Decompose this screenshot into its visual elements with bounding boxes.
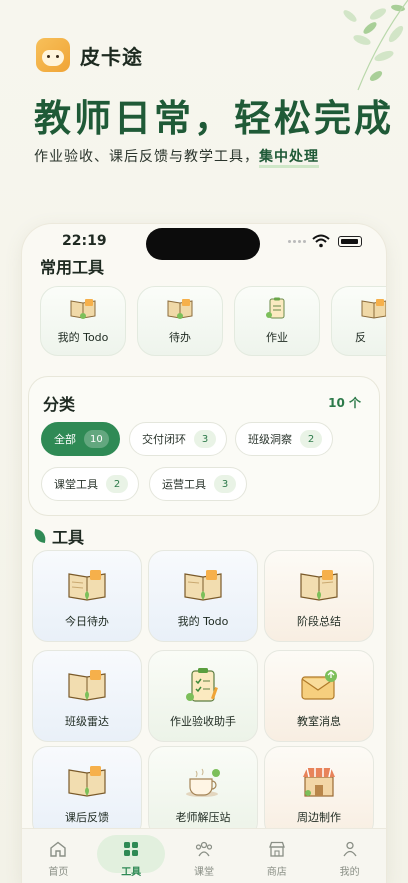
tab-home[interactable]: 首页 <box>26 829 90 883</box>
tool-stage-summary[interactable]: 阶段总结 <box>264 550 374 642</box>
tool-label: 作业验收助手 <box>170 715 236 728</box>
category-chip-classroom[interactable]: 课堂工具 2 <box>41 467 139 501</box>
grid-icon <box>124 842 139 856</box>
chip-label: 运营工具 <box>162 478 206 491</box>
common-tool-label: 作业 <box>266 331 288 344</box>
common-tool-my-todo[interactable]: 我的 Todo <box>40 286 126 356</box>
dynamic-island <box>146 228 260 260</box>
book-icon <box>68 766 106 797</box>
tab-label: 我的 <box>339 867 360 878</box>
store-icon <box>268 841 285 857</box>
leaf-icon <box>33 529 47 543</box>
category-chip-delivery[interactable]: 交付闭环 3 <box>129 422 227 456</box>
tab-bar: 首页 工具 课堂 商店 我的 <box>22 828 386 883</box>
tab-classroom[interactable]: 课堂 <box>172 829 236 883</box>
brand-logo <box>36 38 70 72</box>
common-tool-todo[interactable]: 待办 <box>137 286 223 356</box>
chip-label: 全部 <box>54 433 76 446</box>
tools-title: 工具 <box>52 528 85 547</box>
battery-icon <box>338 236 362 247</box>
common-tool-homework[interactable]: 作业 <box>234 286 320 356</box>
tab-profile[interactable]: 我的 <box>318 829 382 883</box>
book-icon <box>300 570 338 601</box>
subline-text: 作业验收、课后反馈与教学工具， <box>34 149 259 165</box>
common-tool-label: 我的 Todo <box>57 331 109 344</box>
category-chip-class-insight[interactable]: 班级洞察 2 <box>235 422 333 456</box>
clipboard-icon <box>186 668 218 702</box>
tab-store[interactable]: 商店 <box>245 829 309 883</box>
tools-section-header: 工具 <box>33 524 85 548</box>
tool-label: 课后反馈 <box>65 811 109 824</box>
category-title: 分类 <box>43 395 76 414</box>
chip-count: 3 <box>194 430 216 448</box>
tab-label: 商店 <box>266 867 287 878</box>
tool-label: 今日待办 <box>65 615 109 628</box>
signal-icon <box>288 240 306 243</box>
tool-label: 老师解压站 <box>175 811 231 824</box>
tool-teacher-relax[interactable]: 老师解压站 <box>148 746 258 838</box>
tool-label: 班级雷达 <box>65 715 109 728</box>
common-tools-title: 常用工具 <box>40 258 105 277</box>
book-icon <box>68 570 106 601</box>
tool-today-todo[interactable]: 今日待办 <box>32 550 142 642</box>
tab-tools[interactable]: 工具 <box>97 829 166 883</box>
chip-label: 课堂工具 <box>54 478 98 491</box>
book-icon <box>167 299 193 319</box>
category-count: 10 个 <box>328 396 361 410</box>
chip-count: 2 <box>106 475 128 493</box>
tool-my-todo[interactable]: 我的 Todo <box>148 550 258 642</box>
hero-headline: 教师日常，轻松完成 <box>34 97 394 140</box>
clipboard-icon <box>266 297 285 319</box>
book-icon <box>70 299 96 319</box>
tool-classroom-message[interactable]: 教室消息 <box>264 650 374 742</box>
common-tool-label: 待办 <box>169 331 191 344</box>
envelope-icon <box>301 670 337 700</box>
brand: 皮卡途 <box>36 38 143 72</box>
book-icon <box>68 670 106 701</box>
tab-label: 首页 <box>48 867 69 878</box>
chip-label: 交付闭环 <box>142 433 186 446</box>
tool-label: 周边制作 <box>297 811 341 824</box>
home-icon <box>50 841 67 857</box>
phone-mockup: 22:19 常用工具 我的 Todo 待办 作业 反 分类 10 个 全部 10… <box>22 224 386 883</box>
subline-highlight: 集中处理 <box>259 149 319 168</box>
common-tool-label: 反 <box>355 331 366 344</box>
tool-label: 我的 Todo <box>177 615 229 628</box>
common-tool-feedback[interactable]: 反 <box>331 286 386 356</box>
shop-icon <box>303 767 335 797</box>
user-icon <box>343 841 357 857</box>
book-icon <box>184 570 222 601</box>
category-chip-all[interactable]: 全部 10 <box>41 422 120 456</box>
book-icon <box>361 299 386 319</box>
category-card: 分类 10 个 全部 10 交付闭环 3 班级洞察 2 课堂工具 2 运营工具 … <box>28 376 380 516</box>
hero-subline: 作业验收、课后反馈与教学工具，集中处理 <box>34 146 319 168</box>
tool-label: 教室消息 <box>297 715 341 728</box>
common-tools-row[interactable]: 我的 Todo 待办 作业 反 <box>40 286 386 358</box>
wifi-icon <box>312 234 330 248</box>
tool-class-radar[interactable]: 班级雷达 <box>32 650 142 742</box>
tool-label: 阶段总结 <box>297 615 341 628</box>
tab-label: 课堂 <box>193 867 214 878</box>
people-icon <box>195 841 213 857</box>
coffee-cup-icon <box>186 768 220 797</box>
tool-merch-making[interactable]: 周边制作 <box>264 746 374 838</box>
brand-name: 皮卡途 <box>80 44 143 69</box>
chip-label: 班级洞察 <box>248 433 292 446</box>
chip-count: 2 <box>300 430 322 448</box>
status-time: 22:19 <box>62 233 107 249</box>
tool-homework-checker[interactable]: 作业验收助手 <box>148 650 258 742</box>
chip-count: 10 <box>84 430 109 448</box>
tool-after-class-feedback[interactable]: 课后反馈 <box>32 746 142 838</box>
category-chip-operations[interactable]: 运营工具 3 <box>149 467 247 501</box>
tab-label: 工具 <box>121 867 142 878</box>
chip-count: 3 <box>214 475 236 493</box>
